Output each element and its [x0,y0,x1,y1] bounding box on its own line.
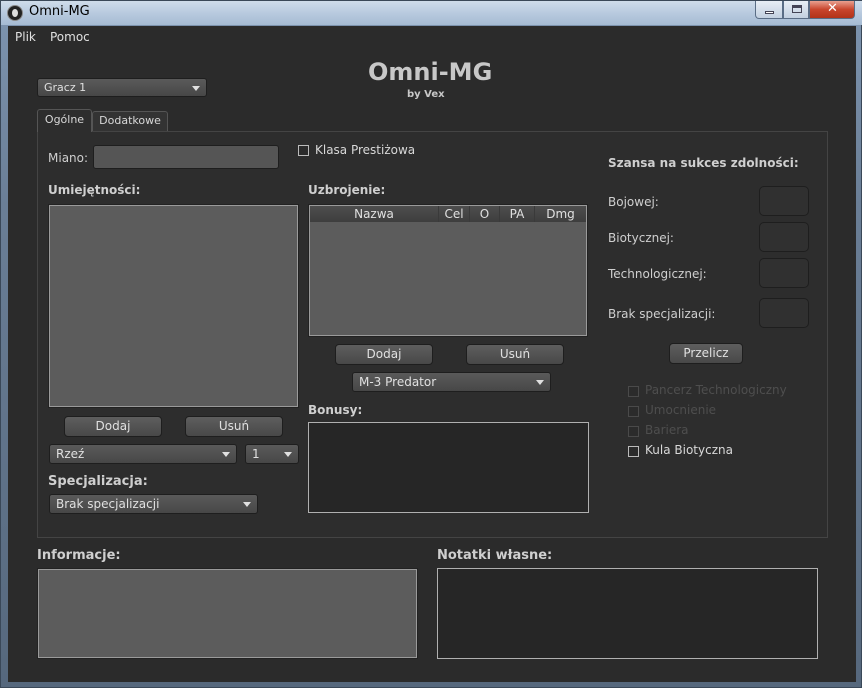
name-label: Miano: [48,151,89,165]
maximize-button[interactable] [783,1,809,19]
main-client-area: Plik Pomoc Omni-MG by Vex Gracz 1 Ogólne… [8,26,856,682]
ability-checkbox-barrier[interactable] [628,426,639,437]
specialization-label: Specjalizacja: [48,474,148,489]
success-value-none [759,298,809,328]
notes-box[interactable] [437,568,818,659]
ability-checkbox-fortify[interactable] [628,406,639,417]
skills-list[interactable] [48,204,299,408]
close-button[interactable]: ✕ [809,1,855,19]
add-weapon-button[interactable]: Dodaj [335,344,433,365]
ability-checkbox-tech-armor[interactable] [628,386,639,397]
tab-general[interactable]: Ogólne [37,109,92,132]
menu-help[interactable]: Pomoc [50,30,90,44]
bonuses-label: Bonusy: [308,403,363,417]
add-skill-button[interactable]: Dodaj [64,416,162,437]
chevron-down-icon [192,86,200,91]
info-label: Informacje: [37,548,121,563]
success-label-combat: Bojowej: [608,195,659,209]
menu-file[interactable]: Plik [15,30,36,44]
success-value-combat [759,186,809,216]
app-heading: Omni-MG [368,58,493,86]
minimize-icon [765,11,774,14]
skills-label: Umiejętności: [48,183,141,197]
ability-checkbox-biotic-orb[interactable] [628,446,639,457]
chevron-down-icon [284,452,292,457]
specialization-select[interactable]: Brak specjalizacji [49,494,258,514]
weapon-select[interactable]: M-3 Predator [352,372,551,392]
bonuses-box[interactable] [308,422,589,513]
info-box[interactable] [37,568,418,659]
chevron-down-icon [222,452,230,457]
player-select-value: Gracz 1 [44,81,87,94]
prestige-class-label: Klasa Prestiżowa [315,143,416,157]
weapons-label: Uzbrojenie: [308,183,386,197]
skill-select-value: Rzeź [56,447,85,461]
success-label-tech: Technologicznej: [608,267,707,281]
success-value-biotic [759,222,809,252]
notes-label: Notatki własne: [437,548,553,563]
chevron-down-icon [243,502,251,507]
tab-panel-general: Miano: Klasa Prestiżowa Umiejętności: Do… [37,131,828,538]
maximize-icon [792,5,802,13]
tab-additional[interactable]: Dodatkowe [92,111,168,131]
title-bar[interactable]: Omni-MG ✕ [1,1,862,25]
column-header-target[interactable]: Cel [439,206,470,222]
column-header-pa[interactable]: PA [500,206,535,222]
player-select[interactable]: Gracz 1 [37,78,207,97]
level-select-value: 1 [252,447,260,461]
column-header-name[interactable]: Nazwa [310,206,439,222]
recalculate-button[interactable]: Przelicz [669,343,743,364]
ability-label-barrier: Bariera [645,423,689,437]
success-label-none: Brak specjalizacji: [608,307,716,321]
skill-select[interactable]: Rzeź [49,444,237,464]
specialization-select-value: Brak specjalizacji [56,497,160,511]
close-icon: ✕ [827,1,838,16]
ability-label-biotic-orb: Kula Biotyczna [645,443,733,457]
remove-skill-button[interactable]: Usuń [185,416,283,437]
chevron-down-icon [536,380,544,385]
app-icon [7,5,23,21]
success-value-tech [759,258,809,288]
column-header-o[interactable]: O [470,206,500,222]
column-header-dmg[interactable]: Dmg [535,206,586,222]
weapon-select-value: M-3 Predator [359,375,437,389]
menu-bar: Plik Pomoc [8,26,856,48]
ability-label-fortify: Umocnienie [645,403,717,417]
success-label-biotic: Biotycznej: [608,231,674,245]
prestige-class-checkbox[interactable] [298,145,309,156]
minimize-button[interactable] [755,1,783,19]
app-window: Omni-MG ✕ Plik Pomoc Omni-MG by Vex Grac… [0,0,862,688]
success-title: Szansa na sukces zdolności: [608,156,799,170]
level-select[interactable]: 1 [245,444,299,464]
app-subheading: by Vex [407,89,445,100]
weapons-table[interactable]: Nazwa Cel O PA Dmg [308,204,588,337]
name-input[interactable] [93,145,279,169]
ability-label-tech-armor: Pancerz Technologiczny [645,383,787,397]
window-title: Omni-MG [29,4,90,19]
remove-weapon-button[interactable]: Usuń [466,344,564,365]
